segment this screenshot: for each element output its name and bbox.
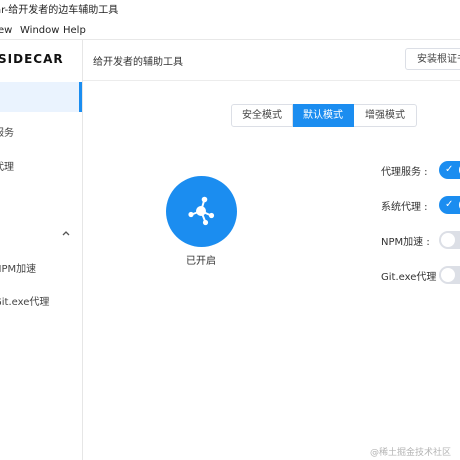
menu-bar: ew Window Help xyxy=(0,22,460,40)
chevron-up-icon[interactable] xyxy=(62,230,70,236)
app-logo: SIDECAR xyxy=(0,52,64,66)
mode-safe-button[interactable]: 安全模式 xyxy=(231,104,293,127)
check-icon: ✓ xyxy=(445,199,454,210)
status-label: 已开启 xyxy=(186,256,216,267)
install-cert-button[interactable]: 安装根证书 xyxy=(405,48,460,70)
setting-label: 系统代理 : xyxy=(381,202,428,213)
sidebar-item-service[interactable]: 服务 xyxy=(0,124,14,139)
mode-default-button[interactable]: 默认模式 xyxy=(293,104,354,127)
sidebar-item-home[interactable] xyxy=(0,82,82,112)
switch-knob xyxy=(441,233,455,247)
setting-label: NPM加速 : xyxy=(381,237,430,248)
window-titlebar: ar-给开发者的边车辅助工具 xyxy=(0,0,460,22)
menu-view[interactable]: ew xyxy=(0,22,12,39)
window-title: ar-给开发者的边车辅助工具 xyxy=(0,5,119,16)
system-proxy-switch[interactable]: ✓ xyxy=(439,196,460,214)
proxy-service-switch[interactable]: ✓ xyxy=(439,161,460,179)
switch-knob xyxy=(441,268,455,282)
network-nodes-icon xyxy=(188,196,215,226)
sidebar-item-proxy[interactable]: 代理 xyxy=(0,158,14,173)
active-indicator xyxy=(79,82,82,112)
mode-switcher: 安全模式 默认模式 增强模式 xyxy=(231,104,417,127)
git-switch[interactable] xyxy=(439,266,460,284)
menu-help[interactable]: Help xyxy=(63,22,86,39)
sidebar-item-npm[interactable]: NPM加速 xyxy=(0,260,36,275)
proxy-toggle-button[interactable] xyxy=(166,176,237,247)
setting-label: Git.exe代理 xyxy=(381,272,437,283)
setting-label: 代理服务 : xyxy=(381,167,428,178)
content-header: 给开发者的辅助工具 安装根证书 xyxy=(83,40,460,81)
menu-window[interactable]: Window xyxy=(20,22,59,39)
sidebar: SIDECAR 服务 代理 NPM加速 Git.exe代理 xyxy=(0,40,83,460)
sidebar-item-git[interactable]: Git.exe代理 xyxy=(0,293,49,308)
npm-switch[interactable] xyxy=(439,231,460,249)
mode-enhanced-button[interactable]: 增强模式 xyxy=(354,104,417,127)
watermark: @稀土掘金技术社区 xyxy=(370,448,452,458)
page-title: 给开发者的辅助工具 xyxy=(93,57,183,68)
check-icon: ✓ xyxy=(445,164,454,175)
